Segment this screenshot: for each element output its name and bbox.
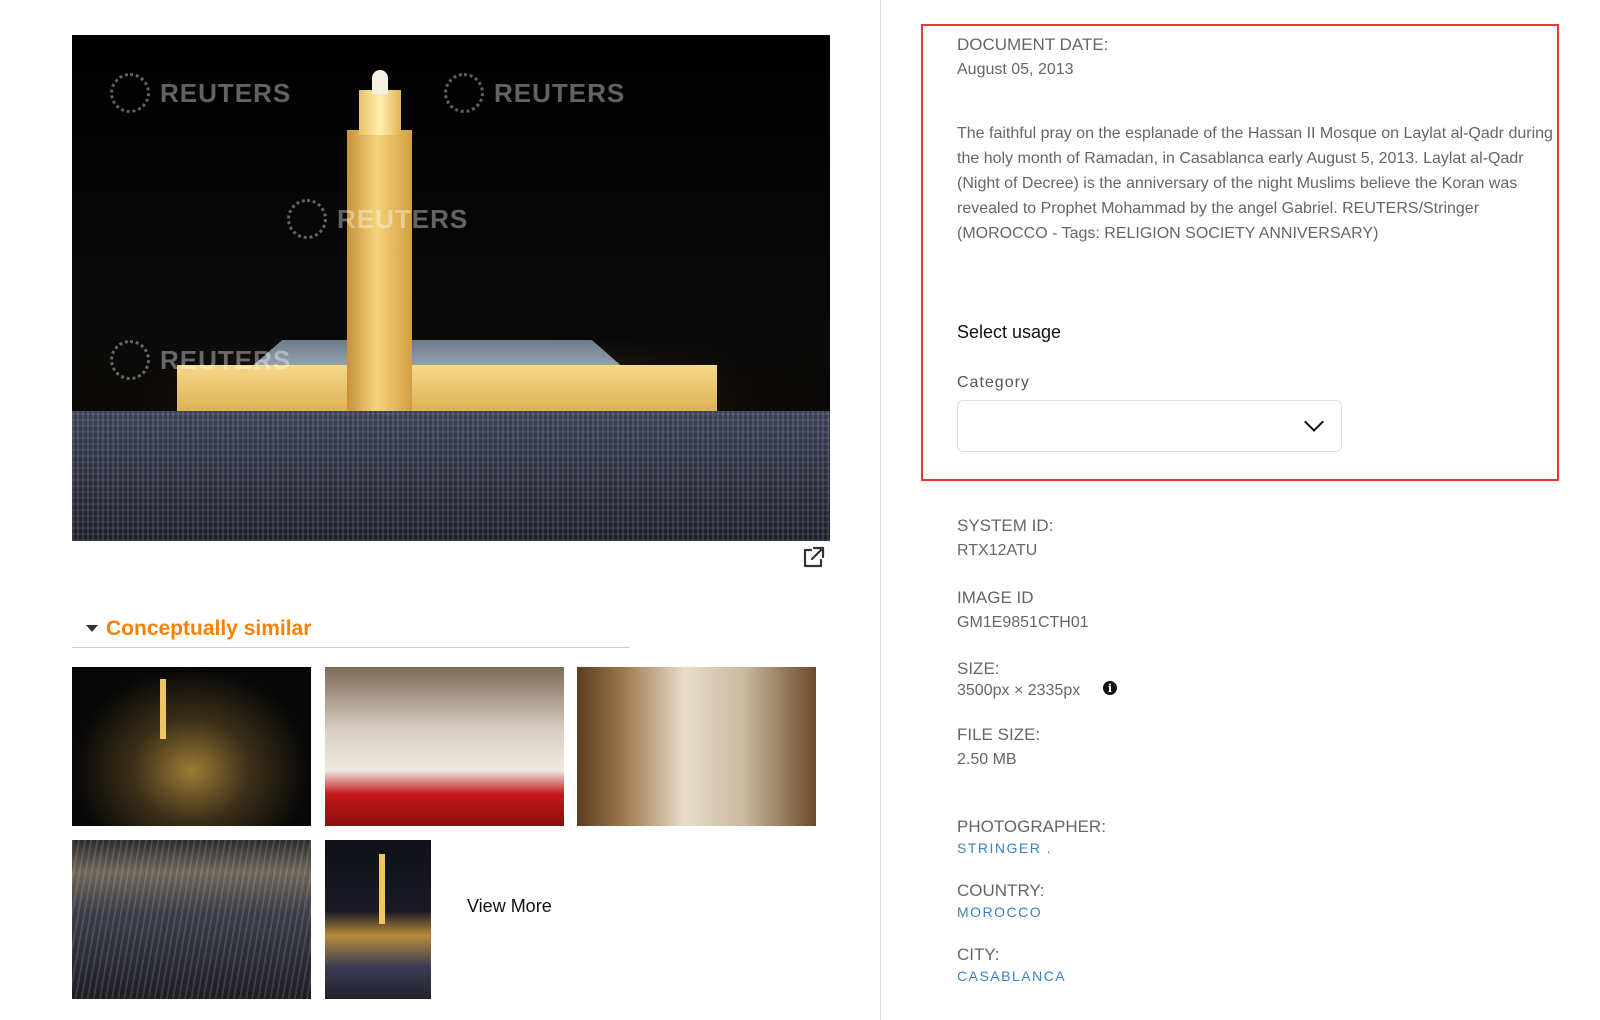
- photographer-label: PHOTOGRAPHER:: [957, 817, 1106, 836]
- watermark-text: REUTERS: [160, 77, 292, 108]
- watermark-text: REUTERS: [160, 344, 292, 375]
- watermark: REUTERS: [287, 199, 468, 239]
- similar-thumbnail[interactable]: [72, 667, 311, 826]
- image-id-label: IMAGE ID: [957, 588, 1034, 607]
- photo-crowd: [72, 411, 830, 541]
- chevron-down-icon: [1304, 412, 1324, 432]
- section-title: Conceptually similar: [106, 616, 312, 640]
- column-divider: [880, 0, 881, 1020]
- select-usage-heading: Select usage: [957, 322, 1062, 342]
- country-label: COUNTRY:: [957, 881, 1045, 900]
- file-size-label: FILE SIZE:: [957, 725, 1041, 744]
- size-value: 3500px × 2335px: [957, 682, 1081, 699]
- thumb-minaret: [160, 679, 166, 739]
- watermark: REUTERS: [444, 73, 625, 113]
- category-select[interactable]: [957, 400, 1342, 452]
- image-id-value: GM1E9851CTH01: [957, 614, 1089, 631]
- document-date-value: August 05, 2013: [957, 61, 1074, 78]
- similar-thumbnail[interactable]: [577, 667, 816, 826]
- reuters-logo-icon: [110, 73, 150, 113]
- file-size-value: 2.50 MB: [957, 751, 1017, 768]
- city-link[interactable]: CASABLANCA: [957, 968, 1066, 984]
- conceptually-similar-toggle[interactable]: Conceptually similar: [72, 610, 630, 648]
- photo-minaret-top: [359, 90, 401, 135]
- image-caption: The faithful pray on the esplanade of th…: [957, 125, 1553, 242]
- similar-thumbnail[interactable]: [325, 840, 431, 999]
- similar-thumbnail[interactable]: [325, 667, 564, 826]
- system-id-value: RTX12ATU: [957, 542, 1038, 559]
- photo-minaret: [347, 130, 412, 430]
- info-icon[interactable]: i: [1103, 681, 1117, 695]
- system-id-label: SYSTEM ID:: [957, 516, 1054, 535]
- view-more-link[interactable]: View More: [467, 896, 552, 917]
- watermark: REUTERS: [110, 73, 291, 113]
- similar-thumbnail[interactable]: [72, 840, 311, 999]
- category-label: Category: [957, 374, 1030, 391]
- document-date-label: DOCUMENT DATE:: [957, 35, 1109, 54]
- watermark-text: REUTERS: [337, 203, 469, 234]
- external-link-icon[interactable]: [800, 545, 826, 571]
- reuters-logo-icon: [287, 199, 327, 239]
- reuters-logo-icon: [110, 340, 150, 380]
- size-label: SIZE:: [957, 659, 1000, 678]
- thumb-minaret: [379, 854, 385, 924]
- watermark-text: REUTERS: [494, 77, 626, 108]
- caret-down-icon: [86, 625, 98, 632]
- country-link[interactable]: MOROCCO: [957, 904, 1042, 920]
- city-label: CITY:: [957, 945, 1000, 964]
- watermark: REUTERS: [110, 340, 291, 380]
- reuters-logo-icon: [444, 73, 484, 113]
- photo-minaret-spire: [372, 70, 388, 94]
- main-photo[interactable]: REUTERS REUTERS REUTERS REUTERS: [72, 35, 830, 541]
- photographer-link[interactable]: STRINGER .: [957, 840, 1052, 856]
